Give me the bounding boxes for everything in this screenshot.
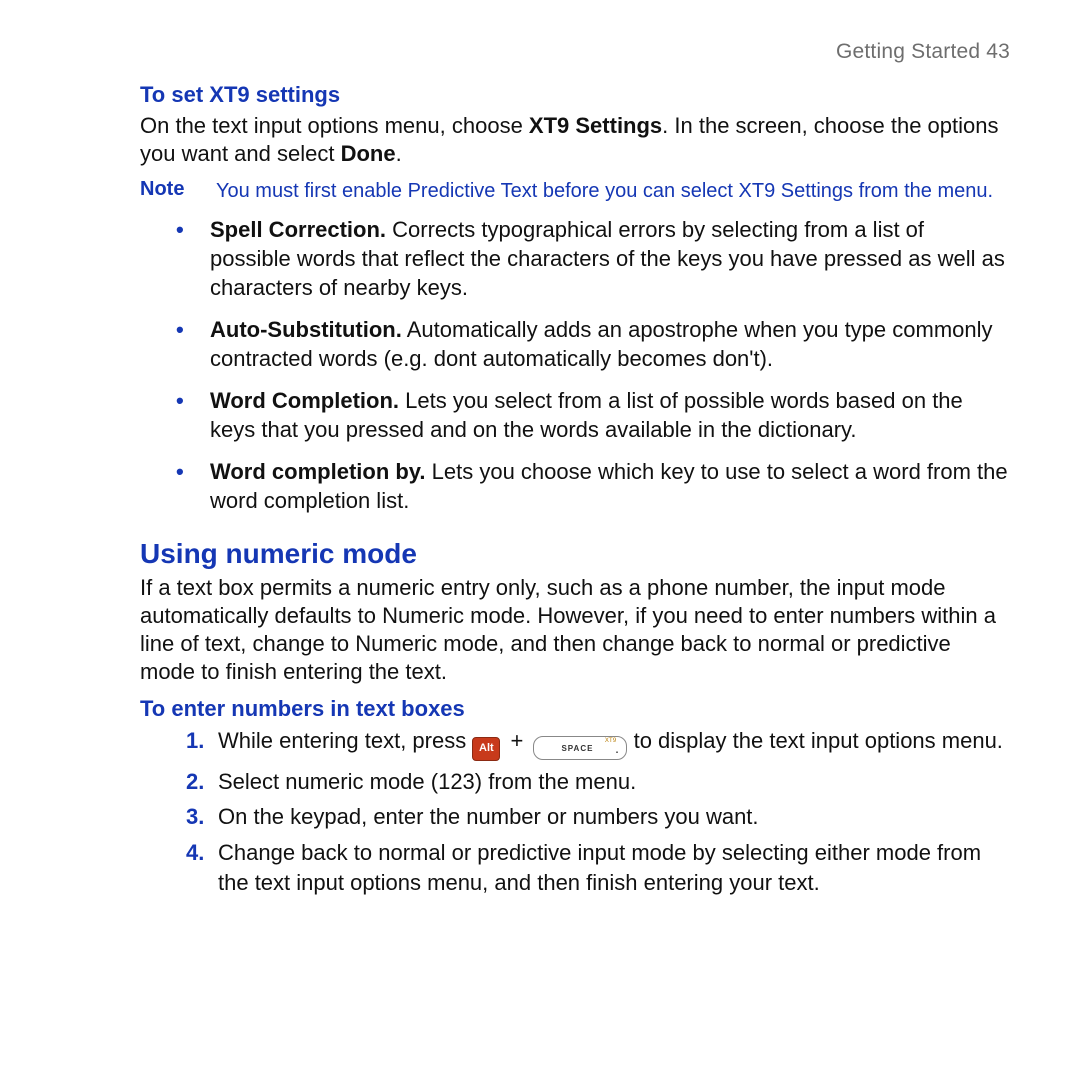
step-item: On the keypad, enter the number or numbe… [140, 802, 1010, 832]
item-title: Auto-Substitution. [210, 317, 402, 342]
xt9-intro: On the text input options menu, choose X… [140, 112, 1010, 168]
text-bold: XT9 Settings [529, 113, 662, 138]
space-key-icon: XT9 SPACE . [533, 736, 627, 760]
heading-xt9-settings: To set XT9 settings [140, 82, 1010, 108]
item-title: Word Completion. [210, 388, 399, 413]
space-key-top-label: XT9 [605, 738, 617, 744]
note-label: Note [140, 178, 194, 204]
item-title: Spell Correction. [210, 217, 386, 242]
heading-numeric-mode: Using numeric mode [140, 538, 1010, 570]
xt9-feature-list: Spell Correction. Corrects typographical… [140, 216, 1010, 515]
text-bold: Done [341, 141, 396, 166]
numeric-intro: If a text box permits a numeric entry on… [140, 574, 1010, 687]
section-name: Getting Started [836, 40, 980, 63]
text: to display the text input options menu. [634, 728, 1003, 753]
text: While entering text, press [218, 728, 472, 753]
plus-sign: + [510, 728, 523, 753]
text: . [396, 141, 402, 166]
list-item: Word Completion. Lets you select from a … [140, 387, 1010, 444]
list-item: Word completion by. Lets you choose whic… [140, 458, 1010, 515]
heading-enter-numbers: To enter numbers in text boxes [140, 696, 1010, 722]
item-title: Word completion by. [210, 459, 426, 484]
numeric-steps: While entering text, press Alt + XT9 SPA… [140, 726, 1010, 897]
alt-key-icon: Alt [472, 737, 500, 761]
page-number: 43 [986, 40, 1010, 63]
running-header: Getting Started 43 [140, 40, 1010, 64]
step-item: Change back to normal or predictive inpu… [140, 838, 1010, 897]
space-key-dot: . [616, 746, 619, 756]
text: On the text input options menu, choose [140, 113, 529, 138]
note-block: Note You must first enable Predictive Te… [140, 178, 1010, 204]
manual-page: Getting Started 43 To set XT9 settings On… [0, 0, 1080, 1080]
step-item: While entering text, press Alt + XT9 SPA… [140, 726, 1010, 761]
list-item: Spell Correction. Corrects typographical… [140, 216, 1010, 302]
step-item: Select numeric mode (123) from the menu. [140, 767, 1010, 797]
space-key-main-label: SPACE [561, 745, 593, 753]
list-item: Auto-Substitution. Automatically adds an… [140, 316, 1010, 373]
note-body: You must first enable Predictive Text be… [216, 178, 993, 204]
